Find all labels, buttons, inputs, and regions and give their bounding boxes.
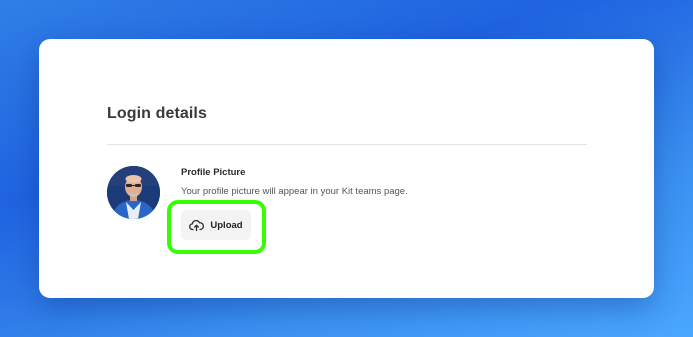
profile-picture-label: Profile Picture (181, 167, 246, 178)
avatar (107, 166, 160, 219)
login-details-card: Login details Profile Picture Your profi… (39, 39, 654, 298)
avatar-photo (107, 166, 160, 219)
upload-button[interactable]: Upload (181, 210, 251, 240)
section-title: Login details (107, 105, 207, 122)
upload-button-label: Upload (210, 219, 243, 231)
section-divider (107, 144, 587, 145)
cloud-upload-icon (189, 219, 205, 231)
profile-picture-description: Your profile picture will appear in your… (181, 186, 408, 197)
